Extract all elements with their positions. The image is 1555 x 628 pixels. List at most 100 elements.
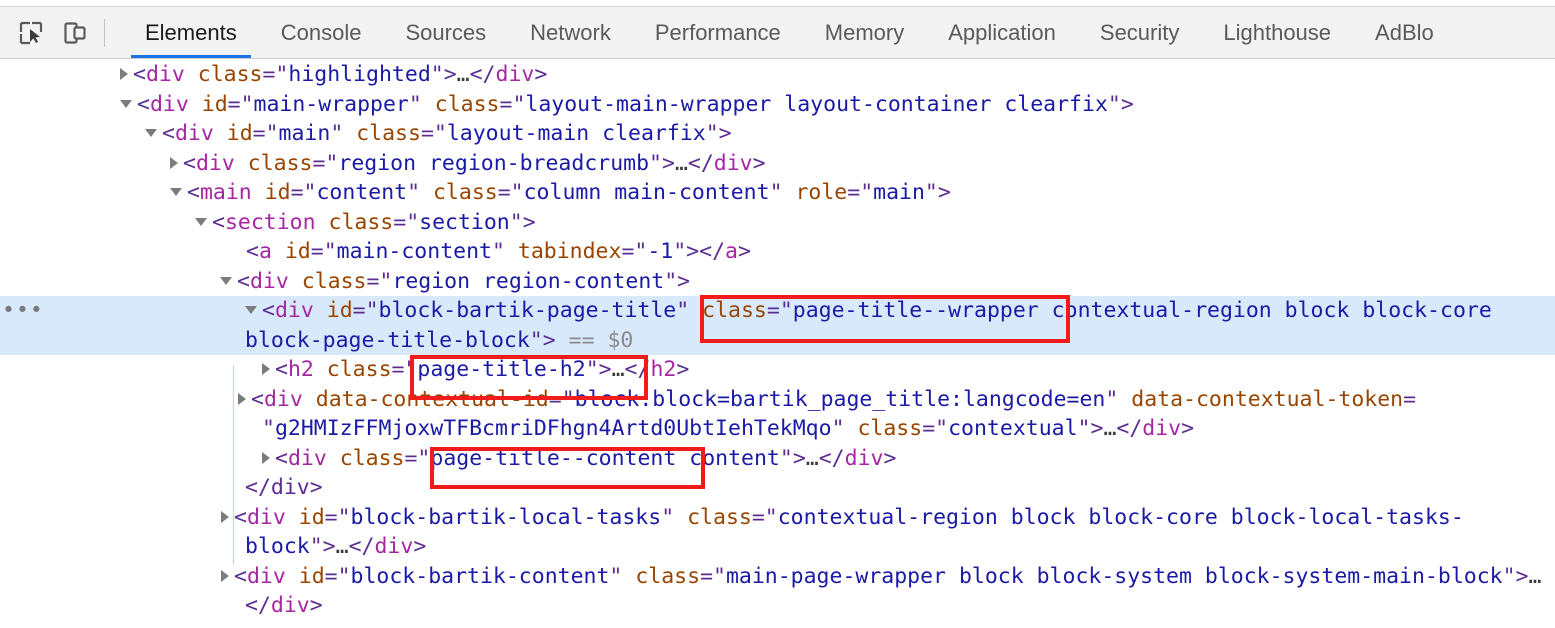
attr-name: id [201,91,228,117]
tab-lighthouse-label: Lighthouse [1223,19,1332,45]
attr-name-class-highlighted: class [702,298,767,323]
expand-arrow-icon[interactable] [170,156,178,169]
attr-value: content [316,180,408,205]
attr-name: id [298,563,325,589]
tab-performance[interactable]: Performance [633,7,803,58]
collapse-arrow-icon[interactable] [170,188,182,196]
tag-name: div [263,386,303,412]
dom-node-highlighted[interactable]: <div class="highlighted">…</div> [0,60,1555,90]
attr-value: contextual [948,416,1078,441]
attr-value: layout-main clearfix [446,121,706,146]
dom-node-block-bartik-local-tasks[interactable]: <div id="block-bartik-local-tasks" class… [0,503,1555,562]
attr-value: block-bartik-page-title [378,298,677,323]
expand-arrow-icon[interactable] [262,451,270,464]
tag-name: div [145,62,185,87]
device-toolbar-icon[interactable] [58,16,92,50]
attr-value-page-title-content: page-title--content [430,445,677,471]
tag-name: div [149,91,189,117]
tab-application[interactable]: Application [926,7,1078,58]
close-tag-name: div [713,150,753,176]
tab-adblock[interactable]: AdBlo [1353,7,1456,58]
dom-node-block-bartik-page-title[interactable]: ••• <div id="block-bartik-page-title" cla… [0,296,1555,355]
expand-arrow-icon[interactable] [221,569,229,582]
attr-value: main-content [336,239,492,264]
attr-value: layout-main-wrapper layout-container cle… [525,91,1108,117]
attr-value: block-bartik-content [350,563,610,589]
tab-network[interactable]: Network [508,7,633,58]
collapse-arrow-icon[interactable] [245,306,257,314]
tab-memory[interactable]: Memory [803,7,926,58]
attr-name: class [356,121,421,146]
attr-value: main-page-wrapper block block-system blo… [725,563,1503,589]
tag-name: div [246,563,286,589]
attr-name: class [247,150,313,176]
dom-node-close-div[interactable]: </div> [0,473,1555,503]
collapse-arrow-icon[interactable] [195,217,207,226]
tab-console[interactable]: Console [259,7,384,58]
expand-arrow-icon[interactable] [221,510,229,523]
attr-value: section [419,209,510,235]
dom-node-page-title-content[interactable]: <div class="page-title--content content"… [0,444,1555,474]
tab-lighthouse[interactable]: Lighthouse [1201,7,1353,58]
dom-tree-panel[interactable]: <div class="highlighted">…</div> <div id… [0,60,1555,628]
attr-value: region region-breadcrumb [338,150,650,176]
attr-name: id [226,121,253,146]
attr-name: id [298,504,325,530]
tag-name: a [258,239,272,264]
collapse-arrow-icon[interactable] [220,276,232,285]
tab-performance-label: Performance [654,19,781,45]
expand-arrow-icon[interactable] [262,363,270,375]
tab-sources-label: Sources [405,19,487,45]
expand-arrow-icon[interactable] [238,392,246,405]
dom-node-main-wrapper[interactable]: <div id="main-wrapper" class="layout-mai… [0,90,1555,120]
tag-name: h2 [287,357,314,382]
dom-node-main-content[interactable]: <main id="content" class="column main-co… [0,178,1555,208]
dom-node-anchor-main-content[interactable]: <a id="main-content" tabindex="-1"></a> [0,237,1555,267]
attr-value: region region-content [392,268,665,294]
tag-name: div [274,298,314,323]
collapse-arrow-icon[interactable] [120,99,132,108]
dom-node-block-bartik-content[interactable]: <div id="block-bartik-content" class="ma… [0,562,1555,621]
tag-name: div [246,504,286,530]
toolbar-icon-group [0,7,123,58]
attr-value: block-bartik-local-tasks [350,504,662,530]
tag-name: section [224,209,316,235]
tab-network-label: Network [530,19,611,45]
tab-memory-label: Memory [824,19,905,45]
tab-sources[interactable]: Sources [383,7,508,58]
attr-name: class [857,416,923,441]
close-tag-name: h2 [650,357,677,382]
dom-node-main[interactable]: <div id="main" class="layout-main clearf… [0,119,1555,149]
dom-node-region-breadcrumb[interactable]: <div class="region region-breadcrumb">…<… [0,149,1555,179]
toolbar-divider [104,18,105,47]
attr-name: id [264,180,291,205]
attr-name: id [284,239,311,264]
attr-value: -1 [647,239,674,264]
dom-node-region-content[interactable]: <div class="region region-content"> [0,267,1555,297]
overflow-dots[interactable]: ••• [2,296,44,326]
dom-node-contextual[interactable]: <div data-contextual-id="block:block=bar… [0,385,1555,444]
tab-elements[interactable]: Elements [123,7,259,58]
collapse-arrow-icon[interactable] [145,129,157,137]
inspect-element-icon[interactable] [14,16,48,50]
tab-application-label: Application [948,19,1056,45]
expand-arrow-icon[interactable] [120,68,128,80]
attr-name: role [795,180,848,205]
attr-value: main-wrapper [253,91,409,117]
closing-tag: </div> [245,475,323,500]
attr-value-page-title-h2: page-title-h2 [417,357,586,382]
attr-name: class [326,357,392,382]
attr-name: data-contextual-id [315,386,549,412]
attr-name: data-contextual-token [1131,386,1404,412]
close-tag-name: div [1142,416,1182,441]
dom-node-section[interactable]: <section class="section"> [0,208,1555,238]
close-tag-name: div [844,445,884,471]
attr-name: class [635,563,701,589]
close-tag-name: div [270,593,310,618]
close-tag-name: div [495,62,535,87]
tab-security[interactable]: Security [1078,7,1201,58]
attr-value: highlighted [288,62,431,87]
attr-value: main [278,121,331,146]
close-tag-name: div [374,534,414,559]
dom-node-h2-page-title[interactable]: <h2 class="page-title-h2">…</h2> [0,355,1555,385]
